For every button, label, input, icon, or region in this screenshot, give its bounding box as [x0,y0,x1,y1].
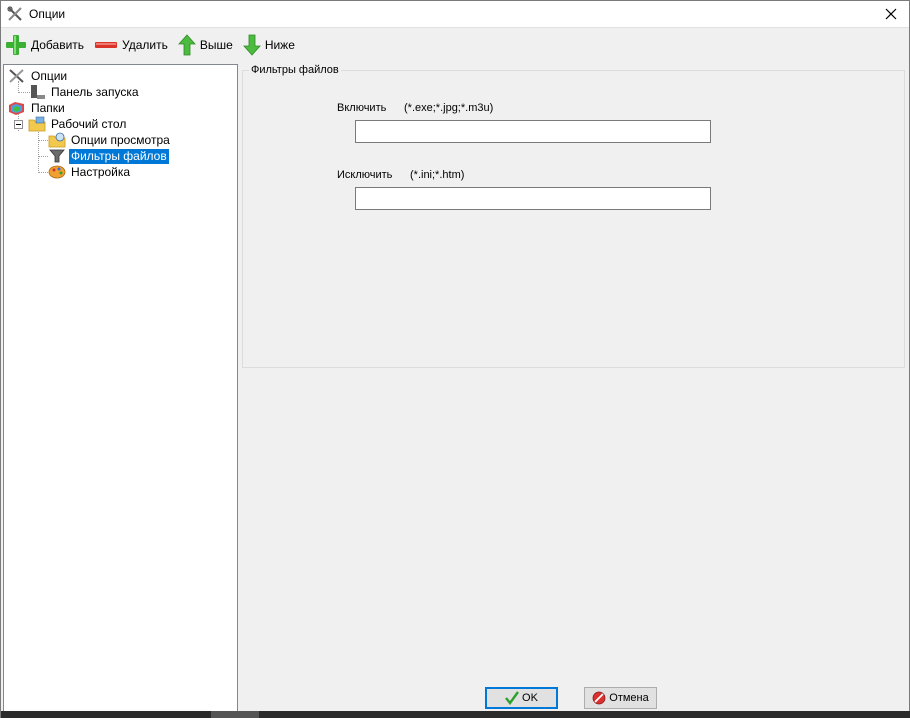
add-label: Добавить [31,38,85,52]
exclude-label: Исключить [337,169,393,181]
move-up-button[interactable]: Выше [177,32,233,58]
arrow-up-icon [177,34,196,56]
tools-icon [9,69,24,83]
ok-label: OK [522,692,538,704]
tree-item-desktop[interactable]: Рабочий стол [28,116,128,132]
tree-item-label: Фильтры файлов [69,148,169,164]
title-bar[interactable]: Опции [1,1,909,28]
options-tree[interactable]: Опции Панель запуска Папки Рабочий стол [3,64,238,713]
tree-item-label: Панель запуска [51,84,139,99]
window-title: Опции [29,7,66,21]
tree-item-label: Опции просмотра [71,132,170,147]
include-label: Включить [337,102,387,114]
options-window: Опции Добавить Удалить Выше Ниже Опции П… [0,0,910,718]
launch-panel-icon [31,85,45,99]
cancel-button[interactable]: Отмена [584,687,657,709]
add-button[interactable]: Добавить [5,32,84,58]
plus-icon [6,35,26,55]
view-options-icon [48,132,66,148]
collapse-toggle[interactable] [14,120,23,129]
cancel-label: Отмена [609,692,649,704]
tree-item-file-filters[interactable]: Фильтры файлов [48,148,169,164]
settings-palette-icon [48,165,66,179]
filter-icon [49,149,65,163]
move-down-button[interactable]: Ниже [242,32,295,58]
folders-icon [9,102,24,115]
bottom-strip [1,711,910,718]
cancel-icon [592,691,606,705]
tree-item-launch-panel[interactable]: Панель запуска [28,84,141,100]
tree-item-label: Рабочий стол [51,116,127,131]
delete-button[interactable]: Удалить [94,32,168,58]
arrow-down-icon [242,34,261,56]
ok-button[interactable]: OK [485,687,558,709]
tree-item-label: Опции [31,68,68,83]
move-up-label: Выше [199,38,233,52]
delete-label: Удалить [122,38,168,52]
tree-item-label: Папки [31,100,65,115]
include-hint: (*.exe;*.jpg;*.m3u) [404,102,494,114]
minus-icon [95,42,118,48]
desktop-folder-icon [28,116,46,132]
include-input[interactable] [355,120,711,143]
close-button[interactable] [881,5,901,23]
toolbar: Добавить Удалить Выше Ниже [1,29,909,61]
tree-item-settings[interactable]: Настройка [48,164,132,180]
tree-item-view-options[interactable]: Опции просмотра [48,132,172,148]
exclude-input[interactable] [355,187,711,210]
group-title: Фильтры файлов [249,64,341,76]
scroll-thumb[interactable] [211,711,259,718]
tree-item-label: Настройка [71,164,131,179]
close-icon [885,8,897,20]
move-down-label: Ниже [264,38,295,52]
exclude-hint: (*.ini;*.htm) [410,169,465,181]
file-filters-group [242,70,905,368]
tree-item-options[interactable]: Опции [8,68,69,84]
checkmark-icon [505,691,520,705]
tree-item-folders[interactable]: Папки [8,100,67,116]
tools-icon [7,6,22,21]
